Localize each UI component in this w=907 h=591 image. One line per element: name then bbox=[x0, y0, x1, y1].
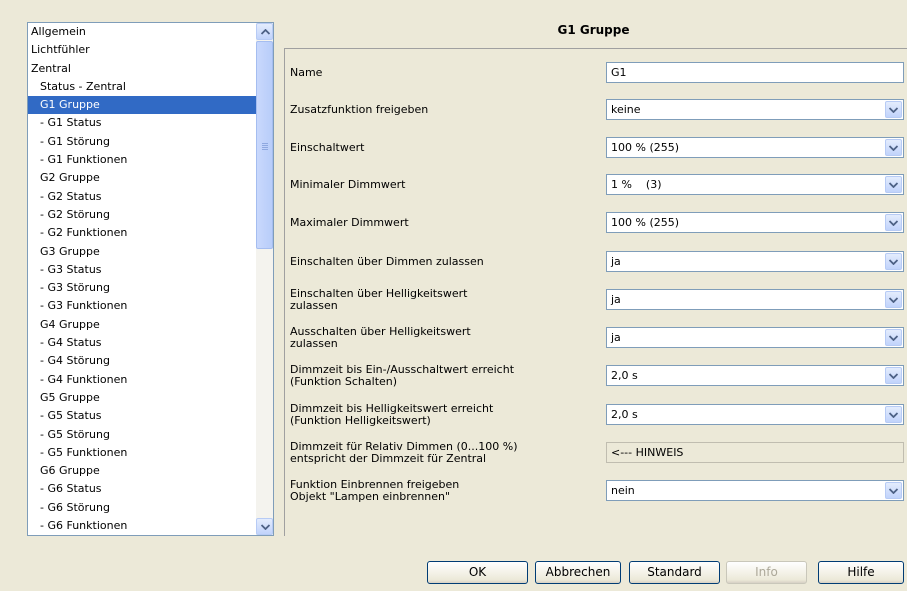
tree-item[interactable]: G5 Gruppe bbox=[28, 389, 256, 407]
tree-item[interactable]: G4 Gruppe bbox=[28, 316, 256, 334]
param-value: 2,0 s bbox=[611, 408, 638, 421]
param-select[interactable]: 100 % (255) bbox=[606, 212, 904, 233]
tree-item[interactable]: G3 Gruppe bbox=[28, 243, 256, 261]
tree-item[interactable]: - G2 Störung bbox=[28, 206, 256, 224]
chevron-down-icon bbox=[889, 335, 898, 341]
tree-item[interactable]: - G3 Status bbox=[28, 261, 256, 279]
param-label: Ausschalten über Helligkeitswert zulasse… bbox=[290, 325, 471, 350]
param-label: Minimaler Dimmwert bbox=[290, 178, 406, 191]
dropdown-button[interactable] bbox=[885, 214, 902, 231]
parameter-tree[interactable]: Allgemein Lichtfühler Zentral Status - Zent… bbox=[27, 22, 274, 536]
param-label: Dimmzeit für Relativ Dimmen (0...100 %) … bbox=[290, 440, 518, 465]
param-value: <--- HINWEIS bbox=[611, 446, 684, 459]
dropdown-button[interactable] bbox=[885, 291, 902, 308]
chevron-down-icon bbox=[889, 412, 898, 418]
tree-item[interactable]: - G4 Status bbox=[28, 334, 256, 352]
tree-item[interactable]: - G5 Funktionen bbox=[28, 444, 256, 462]
param-value: ja bbox=[611, 255, 621, 268]
param-value: nein bbox=[611, 484, 635, 497]
tree-item[interactable]: Zentral bbox=[28, 60, 256, 78]
param-value: 2,0 s bbox=[611, 369, 638, 382]
tree-item[interactable]: - G3 Funktionen bbox=[28, 297, 256, 315]
dropdown-button[interactable] bbox=[885, 482, 902, 499]
dropdown-button[interactable] bbox=[885, 329, 902, 346]
param-label: Zusatzfunktion freigeben bbox=[290, 103, 429, 116]
scroll-down-button[interactable] bbox=[256, 518, 273, 535]
param-select[interactable]: 2,0 s bbox=[606, 404, 904, 425]
hint-field: <--- HINWEIS bbox=[606, 442, 904, 463]
tree-item[interactable]: G1 Gruppe bbox=[28, 96, 256, 115]
chevron-down-icon bbox=[889, 488, 898, 494]
tree-item[interactable]: - G1 Funktionen bbox=[28, 151, 256, 169]
tree-item[interactable]: - G3 Störung bbox=[28, 279, 256, 297]
tree-item[interactable]: - G2 Funktionen bbox=[28, 224, 256, 242]
param-label: Dimmzeit bis Ein-/Ausschaltwert erreicht… bbox=[290, 363, 515, 388]
param-value: ja bbox=[611, 331, 621, 344]
chevron-down-icon bbox=[889, 297, 898, 303]
scroll-up-button[interactable] bbox=[256, 23, 273, 40]
dropdown-button[interactable] bbox=[885, 139, 902, 156]
tree-item[interactable]: - G6 Funktionen bbox=[28, 517, 256, 535]
chevron-down-icon bbox=[889, 220, 898, 226]
param-value: ja bbox=[611, 293, 621, 306]
param-value: 100 % (255) bbox=[611, 141, 680, 154]
tree-item[interactable]: - G5 Status bbox=[28, 407, 256, 425]
tree-item[interactable]: Lichtfühler bbox=[28, 41, 256, 59]
param-select[interactable]: 100 % (255) bbox=[606, 137, 904, 158]
scroll-thumb[interactable] bbox=[256, 41, 273, 249]
chevron-down-icon bbox=[889, 373, 898, 379]
chevron-down-icon bbox=[261, 524, 270, 530]
name-input[interactable]: G1 bbox=[606, 62, 904, 83]
param-select[interactable]: 1 % (3) bbox=[606, 174, 904, 195]
tree-item[interactable]: - G1 Störung bbox=[28, 133, 256, 151]
param-label: Funktion Einbrennen freigeben Objekt "La… bbox=[290, 478, 460, 503]
default-button[interactable]: Standard bbox=[629, 561, 720, 584]
chevron-down-icon bbox=[889, 145, 898, 151]
param-select[interactable]: ja bbox=[606, 251, 904, 272]
param-label: Einschalten über Helligkeitswert zulasse… bbox=[290, 287, 468, 312]
param-value: 1 % (3) bbox=[611, 178, 662, 191]
param-select[interactable]: ja bbox=[606, 289, 904, 310]
parameter-list: Name G1 Zusatzfunktion freigeben keine Einsc… bbox=[284, 48, 907, 536]
dropdown-button[interactable] bbox=[885, 253, 902, 270]
tree-item[interactable]: - G2 Status bbox=[28, 188, 256, 206]
param-select[interactable]: 2,0 s bbox=[606, 365, 904, 386]
tree-item[interactable]: G6 Gruppe bbox=[28, 462, 256, 480]
chevron-down-icon bbox=[889, 182, 898, 188]
tree-item[interactable]: - G6 Störung bbox=[28, 499, 256, 517]
cancel-button[interactable]: Abbrechen bbox=[535, 561, 621, 584]
tree-item[interactable]: - G1 Status bbox=[28, 114, 256, 132]
ok-button[interactable]: OK bbox=[427, 561, 528, 584]
param-label: Einschaltwert bbox=[290, 141, 365, 154]
param-select[interactable]: nein bbox=[606, 480, 904, 501]
param-select[interactable]: ja bbox=[606, 327, 904, 348]
param-value: 100 % (255) bbox=[611, 216, 680, 229]
param-value: G1 bbox=[611, 66, 627, 79]
tree-item[interactable]: Allgemein bbox=[28, 23, 256, 41]
tree-item[interactable]: - G4 Störung bbox=[28, 352, 256, 370]
tree-item[interactable]: Status - Zentral bbox=[28, 78, 256, 96]
param-label: Dimmzeit bis Helligkeitswert erreicht (F… bbox=[290, 402, 494, 427]
tree-item[interactable]: G2 Gruppe bbox=[28, 169, 256, 187]
dropdown-button[interactable] bbox=[885, 176, 902, 193]
tree-item[interactable]: - G5 Störung bbox=[28, 426, 256, 444]
dropdown-button[interactable] bbox=[885, 367, 902, 384]
page-title: G1 Gruppe bbox=[557, 23, 630, 37]
dropdown-button[interactable] bbox=[885, 406, 902, 423]
chevron-up-icon bbox=[261, 29, 270, 35]
param-label: Einschalten über Dimmen zulassen bbox=[290, 255, 484, 268]
param-label: Name bbox=[290, 66, 323, 79]
param-value: keine bbox=[611, 103, 641, 116]
tree-item[interactable]: - G6 Status bbox=[28, 480, 256, 498]
param-select[interactable]: keine bbox=[606, 99, 904, 120]
info-button: Info bbox=[726, 561, 807, 584]
help-button[interactable]: Hilfe bbox=[818, 561, 904, 584]
chevron-down-icon bbox=[889, 107, 898, 113]
tree-scrollbar[interactable] bbox=[256, 23, 273, 535]
tree-item[interactable]: - G4 Funktionen bbox=[28, 371, 256, 389]
dropdown-button[interactable] bbox=[885, 101, 902, 118]
param-label: Maximaler Dimmwert bbox=[290, 216, 409, 229]
chevron-down-icon bbox=[889, 259, 898, 265]
tree-list: Allgemein Lichtfühler Zentral Status - Zent… bbox=[28, 23, 256, 535]
